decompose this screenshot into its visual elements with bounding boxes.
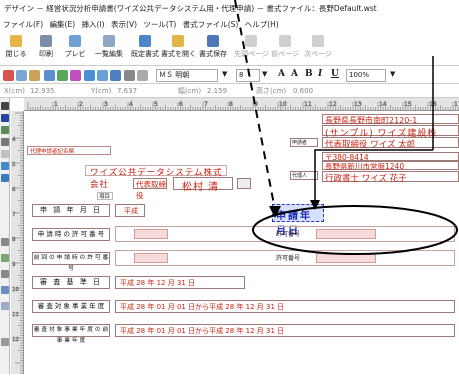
pointer-tool-icon[interactable] [1, 102, 9, 110]
line-tool-icon[interactable] [1, 126, 9, 134]
group-tool-icon[interactable] [1, 238, 9, 246]
document-canvas[interactable]: 代理申請者記名欄 長野県長野市南町2120-1 (サンプル) ワイズ建設株 代表… [25, 0, 459, 374]
align-tool-icon[interactable] [1, 254, 9, 262]
vruler-ticks: 4 5 6 7 8 9 10 11 12 [12, 112, 24, 374]
vruler-number: 11 [12, 312, 19, 318]
cut-icon[interactable] [3, 70, 14, 81]
ellipse-tool-icon[interactable] [1, 150, 9, 158]
table-tool-icon[interactable] [1, 174, 9, 182]
vruler-number: 5 [12, 162, 16, 168]
close-doc-icon [10, 35, 22, 47]
vruler-number: 4 [12, 137, 16, 143]
left-tool-palette [0, 98, 10, 374]
vruler-number: 10 [12, 287, 19, 293]
vruler-number: 7 [12, 212, 16, 218]
image-tool-icon[interactable] [1, 162, 9, 170]
annotation-overlay [234, 0, 458, 255]
annotation-arrow-line [234, 0, 276, 211]
annotation-right-connector [314, 149, 433, 205]
text-tool-icon[interactable] [1, 114, 9, 122]
vruler-number: 8 [12, 237, 16, 243]
chart-tool-icon[interactable] [1, 338, 9, 346]
order-tool-icon[interactable] [1, 270, 9, 278]
vruler-number: 6 [12, 187, 16, 193]
highlight-ellipse [252, 205, 458, 255]
box-tool-icon[interactable] [1, 138, 9, 146]
vruler-number: 9 [12, 262, 16, 268]
vertical-ruler: 4 5 6 7 8 9 10 11 12 [11, 111, 24, 374]
vruler-number: 12 [12, 337, 19, 343]
prop-tool-icon[interactable] [1, 302, 9, 310]
x-label: X(cm) [4, 87, 25, 95]
lock-tool-icon[interactable] [1, 286, 9, 294]
